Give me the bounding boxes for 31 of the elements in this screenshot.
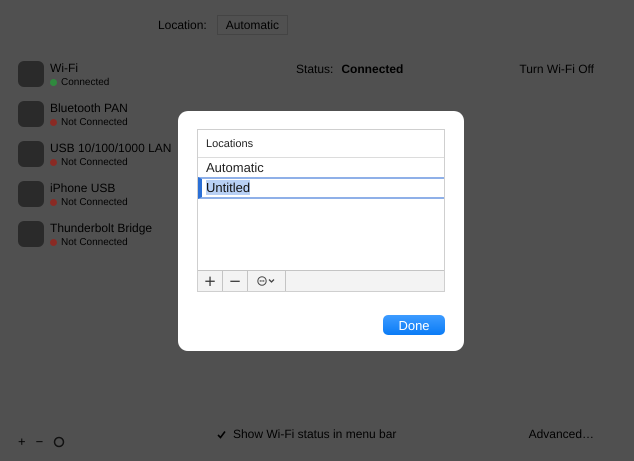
service-name[interactable]: iPhone USB [50,180,128,194]
checkbox-label: Show Wi-Fi status in menu bar [233,427,396,441]
status-label: Status: [296,62,334,76]
network-service-icon [18,221,44,247]
done-button[interactable]: Done [383,315,445,335]
service-status: Not Connected [61,156,128,168]
toolbar-button[interactable]: + [198,271,223,291]
network-service-icon [18,181,44,207]
ellipsis-menu-icon [256,276,276,286]
toolbar-button[interactable]: + [18,434,26,449]
toolbar-button[interactable]: − [223,271,248,291]
column-header: Locations [198,130,444,158]
checkbox[interactable] [216,428,227,440]
status-value: Connected [341,62,404,76]
network-service-icon [18,101,44,127]
service-status: Not Connected [61,236,128,248]
turn-off-button[interactable]: Turn Wi-Fi Off [519,62,594,76]
location-row[interactable]: Automatic [198,159,444,177]
location-label: Location: [158,18,207,32]
service-name[interactable]: USB 10/100/1000 LAN [50,140,172,154]
service-name[interactable]: Wi-Fi [50,60,110,74]
service-name[interactable]: Thunderbolt Bridge [50,220,152,234]
service-status: Connected [61,76,110,88]
network-service-icon [18,141,44,167]
service-status: Not Connected [61,116,128,128]
advanced-button[interactable]: Advanced… [528,427,594,441]
service-name[interactable]: Bluetooth PAN [50,100,128,114]
location-name-field[interactable]: Untitled [198,177,444,199]
service-status: Not Connected [61,196,128,208]
toolbar-button[interactable]: − [36,434,44,449]
location-popup[interactable]: Automatic [216,15,288,35]
